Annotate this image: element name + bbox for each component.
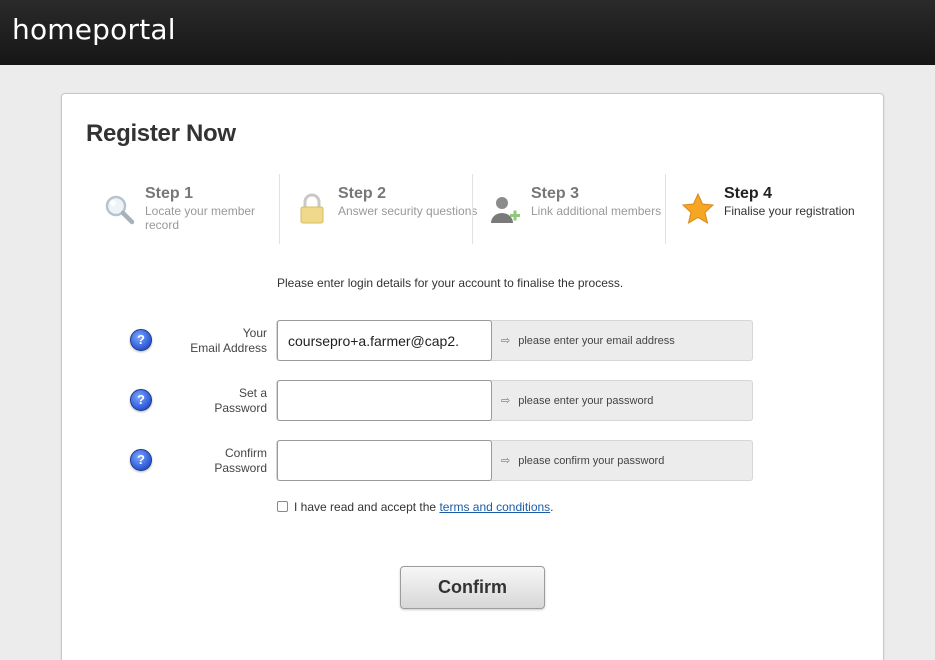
step-description: Link additional members	[531, 204, 662, 218]
arrow-right-icon: ⇨	[501, 455, 511, 467]
star-icon	[681, 192, 715, 225]
step-4: Step 4 Finalise your registration	[681, 182, 871, 246]
email-label: Your Email Address	[147, 326, 267, 356]
password-label: Set a Password	[147, 386, 267, 416]
step-description: Locate your member record	[145, 204, 256, 232]
hint-text: please confirm your password	[518, 455, 665, 467]
label-line: Password	[214, 401, 267, 415]
step-description: Answer security questions	[338, 204, 478, 218]
brand-logo[interactable]: homeportal	[12, 13, 176, 46]
terms-suffix: .	[550, 500, 554, 514]
step-title: Step 1	[145, 185, 194, 202]
arrow-right-icon: ⇨	[501, 335, 511, 347]
padlock-icon	[300, 193, 324, 224]
label-line: Email Address	[190, 341, 267, 355]
label-line: Your	[242, 326, 267, 340]
confirm-password-field[interactable]	[277, 440, 492, 481]
step-title: Step 2	[338, 185, 387, 202]
confirm-password-hint: ⇨ please confirm your password	[501, 454, 664, 467]
label-line: Set a	[238, 386, 267, 400]
step-title: Step 4	[724, 185, 773, 202]
email-field[interactable]	[277, 320, 492, 361]
step-divider	[472, 174, 473, 244]
step-description: Finalise your registration	[724, 204, 855, 218]
top-bar: homeportal	[0, 0, 935, 65]
email-field-group: ⇨ please enter your email address	[276, 320, 753, 361]
terms-checkbox[interactable]	[277, 501, 288, 512]
form-intro-text: Please enter login details for your acco…	[277, 276, 624, 290]
confirm-button[interactable]: Confirm	[400, 566, 545, 609]
confirm-password-field-group: ⇨ please confirm your password	[276, 440, 753, 481]
step-2: Step 2 Answer security questions	[295, 182, 485, 246]
magnifier-icon	[105, 195, 135, 225]
step-3: Step 3 Link additional members	[488, 182, 678, 246]
email-hint: ⇨ please enter your email address	[501, 334, 675, 347]
terms-text: I have read and accept the	[294, 500, 440, 514]
step-1: Step 1 Locate your member record	[102, 182, 292, 246]
hint-text: please enter your email address	[518, 335, 675, 347]
password-field-group: ⇨ please enter your password	[276, 380, 753, 421]
label-line: Password	[214, 461, 267, 475]
step-divider	[279, 174, 280, 244]
confirm-password-label: Confirm Password	[147, 446, 267, 476]
add-member-icon	[491, 197, 520, 223]
page-title: Register Now	[86, 120, 236, 147]
terms-link[interactable]: terms and conditions	[439, 500, 550, 514]
hint-text: please enter your password	[518, 395, 654, 407]
label-line: Confirm	[224, 446, 267, 460]
arrow-right-icon: ⇨	[501, 395, 511, 407]
password-hint: ⇨ please enter your password	[501, 394, 653, 407]
terms-row: I have read and accept the terms and con…	[277, 500, 554, 514]
password-field[interactable]	[277, 380, 492, 421]
step-title: Step 3	[531, 185, 580, 202]
step-divider	[665, 174, 666, 244]
